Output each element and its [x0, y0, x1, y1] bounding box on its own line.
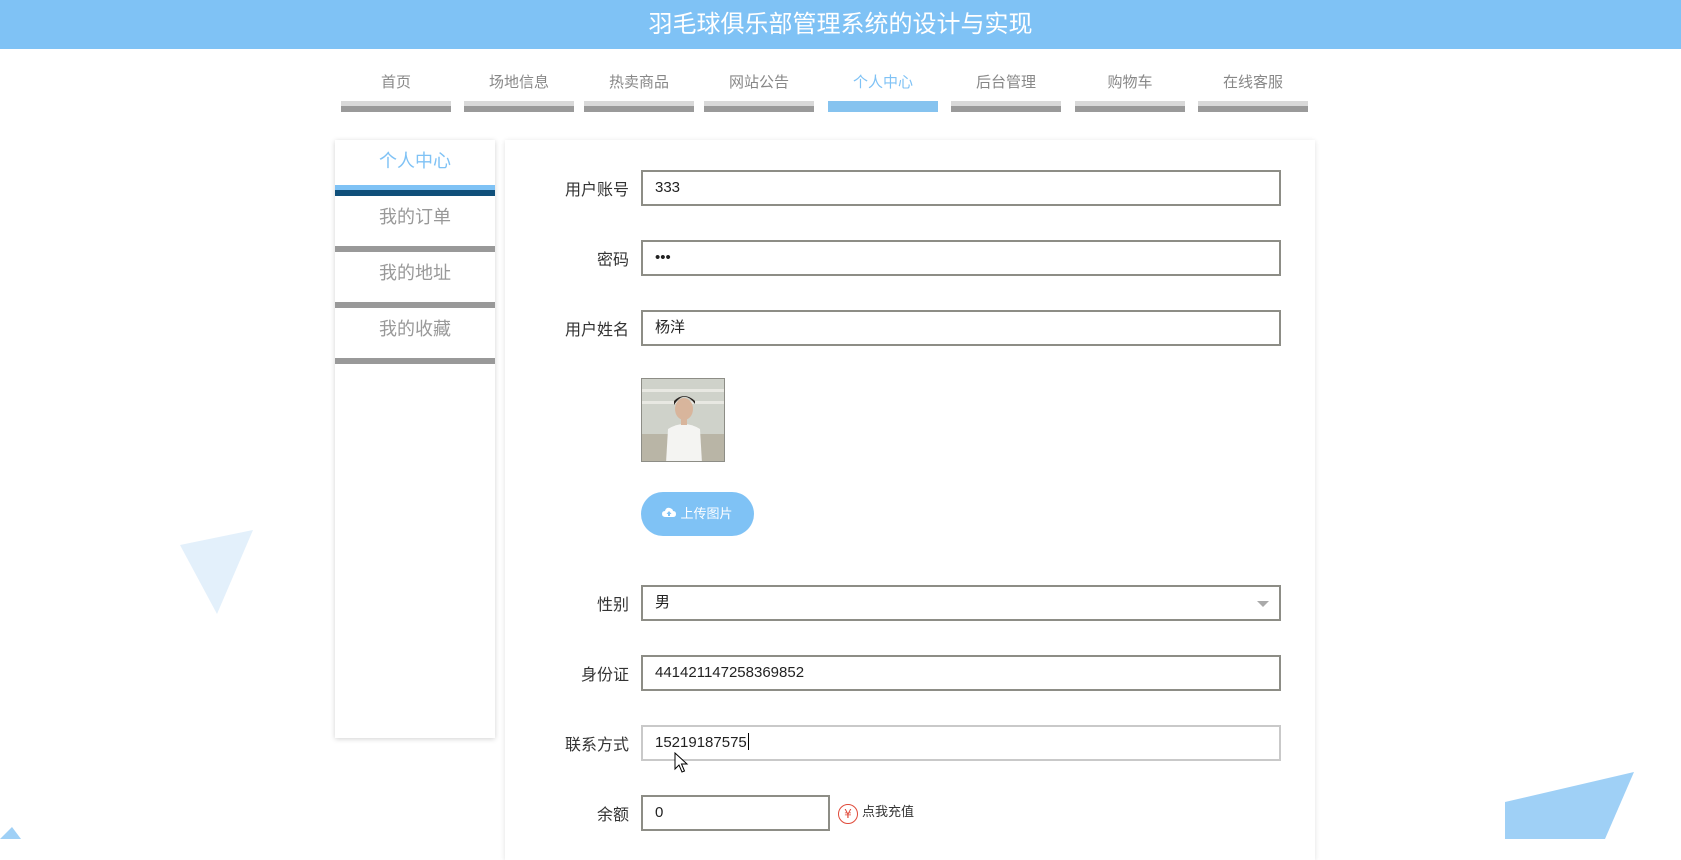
gender-select[interactable]: 男 [641, 585, 1281, 621]
nav-item-admin[interactable]: 后台管理 [951, 62, 1061, 112]
account-label: 用户账号 [564, 180, 629, 199]
name-label: 用户姓名 [564, 320, 629, 339]
password-input[interactable]: ••• [641, 240, 1281, 276]
sidebar-item-label: 我的地址 [379, 263, 451, 284]
app-header: 羽毛球俱乐部管理系统的设计与实现 [0, 0, 1681, 49]
phone-row: 联系方式 15219187575 [505, 725, 1315, 765]
nav-item-announcements[interactable]: 网站公告 [704, 62, 814, 112]
nav-item-label: 首页 [380, 73, 411, 91]
nav-item-label: 购物车 [1107, 73, 1153, 91]
nav-item-label: 在线客服 [1222, 73, 1283, 91]
sidebar-item-my-orders[interactable]: 我的订单 [335, 196, 495, 252]
chevron-down-icon [1257, 601, 1269, 607]
idcard-row: 身份证 441421147258369852 [505, 655, 1315, 695]
name-row: 用户姓名 杨洋 [505, 310, 1315, 350]
account-row: 用户账号 333 [505, 170, 1315, 210]
sidebar: 个人中心 我的订单 我的地址 我的收藏 [335, 140, 495, 738]
nav-item-online-service[interactable]: 在线客服 [1198, 62, 1308, 112]
balance-row: 余额 0 ¥ 点我充值 [505, 795, 1315, 835]
gender-label: 性别 [596, 595, 629, 614]
cloud-upload-icon [662, 492, 677, 536]
decorative-triangle [180, 530, 253, 614]
password-row: 密码 ••• [505, 240, 1315, 280]
sidebar-item-personal-center[interactable]: 个人中心 [335, 140, 495, 196]
decorative-triangle [0, 827, 21, 839]
nav-item-label: 个人中心 [852, 73, 913, 91]
upload-image-button[interactable]: 上传图片 [641, 492, 754, 536]
nav-item-personal-center[interactable]: 个人中心 [828, 62, 938, 112]
password-label: 密码 [596, 250, 629, 269]
text-cursor [747, 733, 749, 750]
upload-image-label: 上传图片 [680, 507, 733, 522]
sidebar-item-my-address[interactable]: 我的地址 [335, 252, 495, 308]
balance-label: 余额 [596, 805, 629, 824]
yen-circle-icon: ¥ [838, 804, 858, 824]
account-input[interactable]: 333 [641, 170, 1281, 206]
sidebar-item-label: 我的收藏 [379, 319, 451, 340]
phone-input[interactable]: 15219187575 [641, 725, 1281, 761]
avatar-photo [642, 379, 724, 461]
phone-label: 联系方式 [564, 735, 629, 754]
nav-item-label: 后台管理 [975, 73, 1036, 91]
sidebar-item-label: 我的订单 [379, 207, 451, 228]
idcard-label: 身份证 [580, 665, 629, 684]
sidebar-item-label: 个人中心 [379, 151, 451, 172]
profile-form: 用户账号 333 密码 ••• 用户姓名 杨洋 上传图片 性别 男 身份证 44… [505, 140, 1315, 860]
gender-row: 性别 男 [505, 585, 1315, 625]
idcard-input[interactable]: 441421147258369852 [641, 655, 1281, 691]
balance-input[interactable]: 0 [641, 795, 830, 831]
nav-item-cart[interactable]: 购物车 [1075, 62, 1185, 112]
nav-item-label: 场地信息 [488, 73, 549, 91]
recharge-link[interactable]: ¥ 点我充值 [838, 801, 914, 825]
phone-input-value: 15219187575 [655, 734, 747, 751]
name-input[interactable]: 杨洋 [641, 310, 1281, 346]
main-nav: 首页 场地信息 热卖商品 网站公告 个人中心 后台管理 购物车 在线客服 [0, 62, 1681, 112]
gender-select-value: 男 [655, 594, 671, 611]
avatar [641, 378, 725, 462]
nav-item-venue[interactable]: 场地信息 [464, 62, 574, 112]
decorative-triangle [1505, 772, 1634, 839]
nav-item-label: 网站公告 [728, 73, 789, 91]
recharge-label: 点我充值 [862, 805, 915, 820]
app-title: 羽毛球俱乐部管理系统的设计与实现 [648, 10, 1033, 38]
nav-item-hot-products[interactable]: 热卖商品 [584, 62, 694, 112]
nav-item-home[interactable]: 首页 [341, 62, 451, 112]
sidebar-item-my-favorites[interactable]: 我的收藏 [335, 308, 495, 364]
mouse-pointer-icon [674, 752, 689, 773]
nav-item-label: 热卖商品 [608, 73, 669, 91]
